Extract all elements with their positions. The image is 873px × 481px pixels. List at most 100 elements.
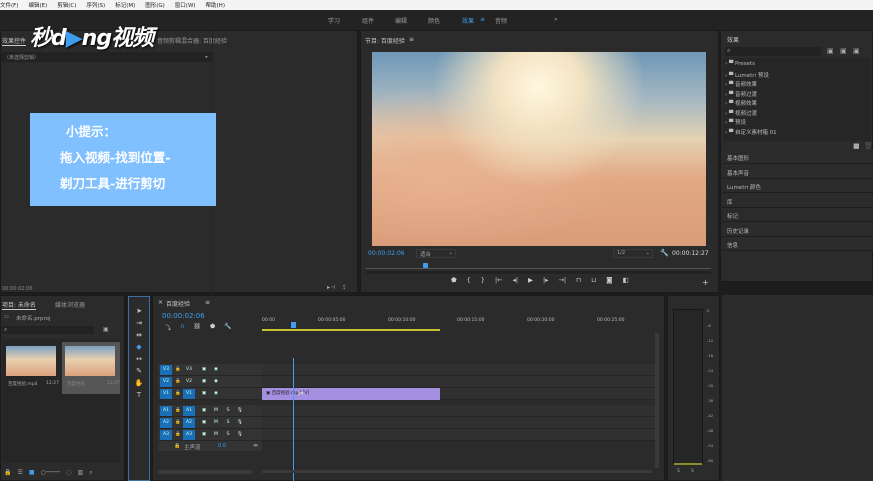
close-icon[interactable]: ×: [158, 299, 163, 306]
eye-icon[interactable]: ◉: [210, 389, 222, 399]
workspace-editing[interactable]: 编辑: [395, 16, 407, 25]
vertical-scrollbar[interactable]: [655, 333, 659, 468]
list-view-icon[interactable]: ☰: [17, 469, 22, 477]
sync-icon[interactable]: ▣: [198, 377, 210, 387]
time-ruler[interactable]: [366, 263, 711, 269]
new-bin-icon[interactable]: ■: [853, 142, 860, 150]
effects-folder[interactable]: › ▀ Presets: [725, 61, 755, 67]
more-workspaces-icon[interactable]: »: [554, 16, 558, 23]
zoom-slider[interactable]: ○────: [41, 469, 61, 477]
track-target[interactable]: V3: [183, 365, 195, 375]
sync-icon[interactable]: ▣: [198, 406, 210, 416]
sync-icon[interactable]: ▣: [198, 418, 210, 428]
project-item-selected[interactable]: 百度经验 12:27: [62, 342, 120, 394]
export-icon[interactable]: ⇪: [342, 284, 347, 291]
track-target[interactable]: A1: [183, 406, 195, 416]
step-forward-icon[interactable]: |▸: [543, 276, 548, 284]
mark-out-icon[interactable]: }: [481, 276, 485, 284]
slip-tool-icon[interactable]: ↔: [136, 355, 142, 363]
workspace-color[interactable]: 颜色: [428, 16, 440, 25]
solo-right-button[interactable]: S: [691, 469, 694, 474]
sync-icon[interactable]: ▣: [198, 430, 210, 440]
menu-clip[interactable]: 剪辑(C): [57, 1, 76, 9]
workspace-audio[interactable]: 音频: [495, 16, 507, 25]
microphone-icon[interactable]: 🎙: [234, 418, 246, 428]
razor-tool-icon[interactable]: ◆: [136, 343, 141, 351]
menu-file[interactable]: 文件(F): [0, 1, 18, 9]
eye-icon[interactable]: ◉: [210, 377, 222, 387]
tab-media-browser[interactable]: 媒体浏览器: [55, 300, 85, 309]
program-timecode[interactable]: 00:00:02:06: [368, 250, 405, 257]
yuv-effects-icon[interactable]: ▣: [853, 47, 860, 55]
effects-section[interactable]: 信息: [722, 237, 873, 251]
play-audio-icon[interactable]: ▸⊣: [327, 284, 335, 291]
work-area-bar[interactable]: [262, 329, 440, 331]
source-patch[interactable]: A2: [160, 418, 172, 428]
lock-icon[interactable]: 🔒: [4, 469, 11, 477]
effects-section[interactable]: Lumetri 颜色: [722, 179, 873, 193]
effects-section[interactable]: 基本图形: [722, 150, 873, 164]
play-icon[interactable]: ▶: [528, 276, 533, 284]
effects-section[interactable]: 历史记录: [722, 222, 873, 237]
playhead-handle[interactable]: [291, 322, 296, 328]
wrench-icon[interactable]: 🔧: [224, 323, 231, 332]
effects-section[interactable]: 基本声音: [722, 164, 873, 179]
mute-button[interactable]: M: [210, 418, 222, 428]
microphone-icon[interactable]: 🎙: [234, 406, 246, 416]
wrench-icon[interactable]: 🔧: [660, 249, 669, 257]
project-item[interactable]: 百度经验.mp4 12:27: [3, 342, 60, 394]
delete-icon[interactable]: 🗑: [864, 142, 873, 150]
linked-selection-icon[interactable]: ⛓: [193, 323, 201, 332]
accelerated-effects-icon[interactable]: ▣: [827, 47, 834, 55]
video-track-lane[interactable]: [262, 364, 657, 376]
workspace-assembly[interactable]: 组件: [362, 16, 374, 25]
mute-button[interactable]: M: [210, 406, 222, 416]
program-title[interactable]: 节目: 百度经验: [365, 36, 405, 45]
compare-icon[interactable]: ◧: [623, 276, 629, 284]
menu-marker[interactable]: 标记(M): [115, 1, 135, 9]
lift-icon[interactable]: ⊓: [576, 276, 581, 284]
icon-view-icon[interactable]: ■: [29, 469, 35, 477]
sequence-tab[interactable]: 百度经验: [166, 299, 190, 308]
workspace-learn[interactable]: 学习: [328, 16, 340, 25]
source-patch[interactable]: A3: [160, 430, 172, 440]
microphone-icon[interactable]: 🎙: [234, 430, 246, 440]
add-button-icon[interactable]: +: [702, 278, 709, 287]
source-patch[interactable]: V1: [160, 389, 172, 399]
video-clip[interactable]: ▣ 百度经验.mp4 [V]: [262, 388, 440, 400]
fit-tracks-icon[interactable]: ⇹: [253, 442, 258, 449]
pen-tool-icon[interactable]: ✎: [136, 367, 142, 375]
tab-effect-controls[interactable]: 效果控件: [2, 36, 27, 46]
effects-folder[interactable]: › ▀ 自定义素材箱 01: [725, 128, 777, 136]
source-patch[interactable]: A1: [160, 406, 172, 416]
clip-selector[interactable]: （未选择剪辑） ▸: [1, 52, 212, 62]
zoom-scrollbar[interactable]: [366, 271, 711, 274]
solo-button[interactable]: S: [222, 406, 234, 416]
automate-icon[interactable]: ▥: [77, 469, 83, 477]
search-icon[interactable]: ⌕: [89, 469, 92, 477]
track-target[interactable]: A2: [183, 418, 195, 428]
effects-section[interactable]: 库: [722, 193, 873, 208]
menu-help[interactable]: 帮助(H): [206, 1, 225, 9]
tab-project[interactable]: 项目: 未命名: [2, 300, 36, 310]
step-back-icon[interactable]: ◂|: [513, 276, 518, 284]
horizontal-scrollbar[interactable]: [262, 470, 652, 473]
zoom-select[interactable]: 适合 ⌄: [416, 249, 456, 258]
effects-folder[interactable]: › ▀ 音频效果: [725, 80, 757, 88]
ripple-edit-tool-icon[interactable]: ⇹: [136, 331, 142, 339]
timeline-timecode[interactable]: 00:00:02:06: [162, 312, 205, 320]
add-marker-icon[interactable]: ⬟: [210, 323, 215, 332]
menu-sequence[interactable]: 序列(S): [86, 1, 105, 9]
project-search-input[interactable]: ⌕: [2, 326, 94, 334]
mark-in-icon[interactable]: {: [467, 276, 471, 284]
nest-icon[interactable]: ⤵: [165, 323, 171, 332]
snap-icon[interactable]: ∩: [180, 323, 184, 332]
camera-icon[interactable]: ◙: [606, 276, 612, 284]
audio-track-lane[interactable]: [262, 429, 657, 441]
tab-audio-clip-mixer[interactable]: 音频剪辑混合器: 百度经验: [157, 36, 227, 45]
audio-track-lane[interactable]: [262, 405, 657, 417]
effects-folder[interactable]: › ▀ 视频过渡: [725, 109, 757, 117]
effects-folder[interactable]: › ▀ 预设: [725, 118, 746, 126]
playhead-handle[interactable]: [422, 263, 428, 268]
panel-menu-icon[interactable]: ≡: [409, 36, 414, 43]
